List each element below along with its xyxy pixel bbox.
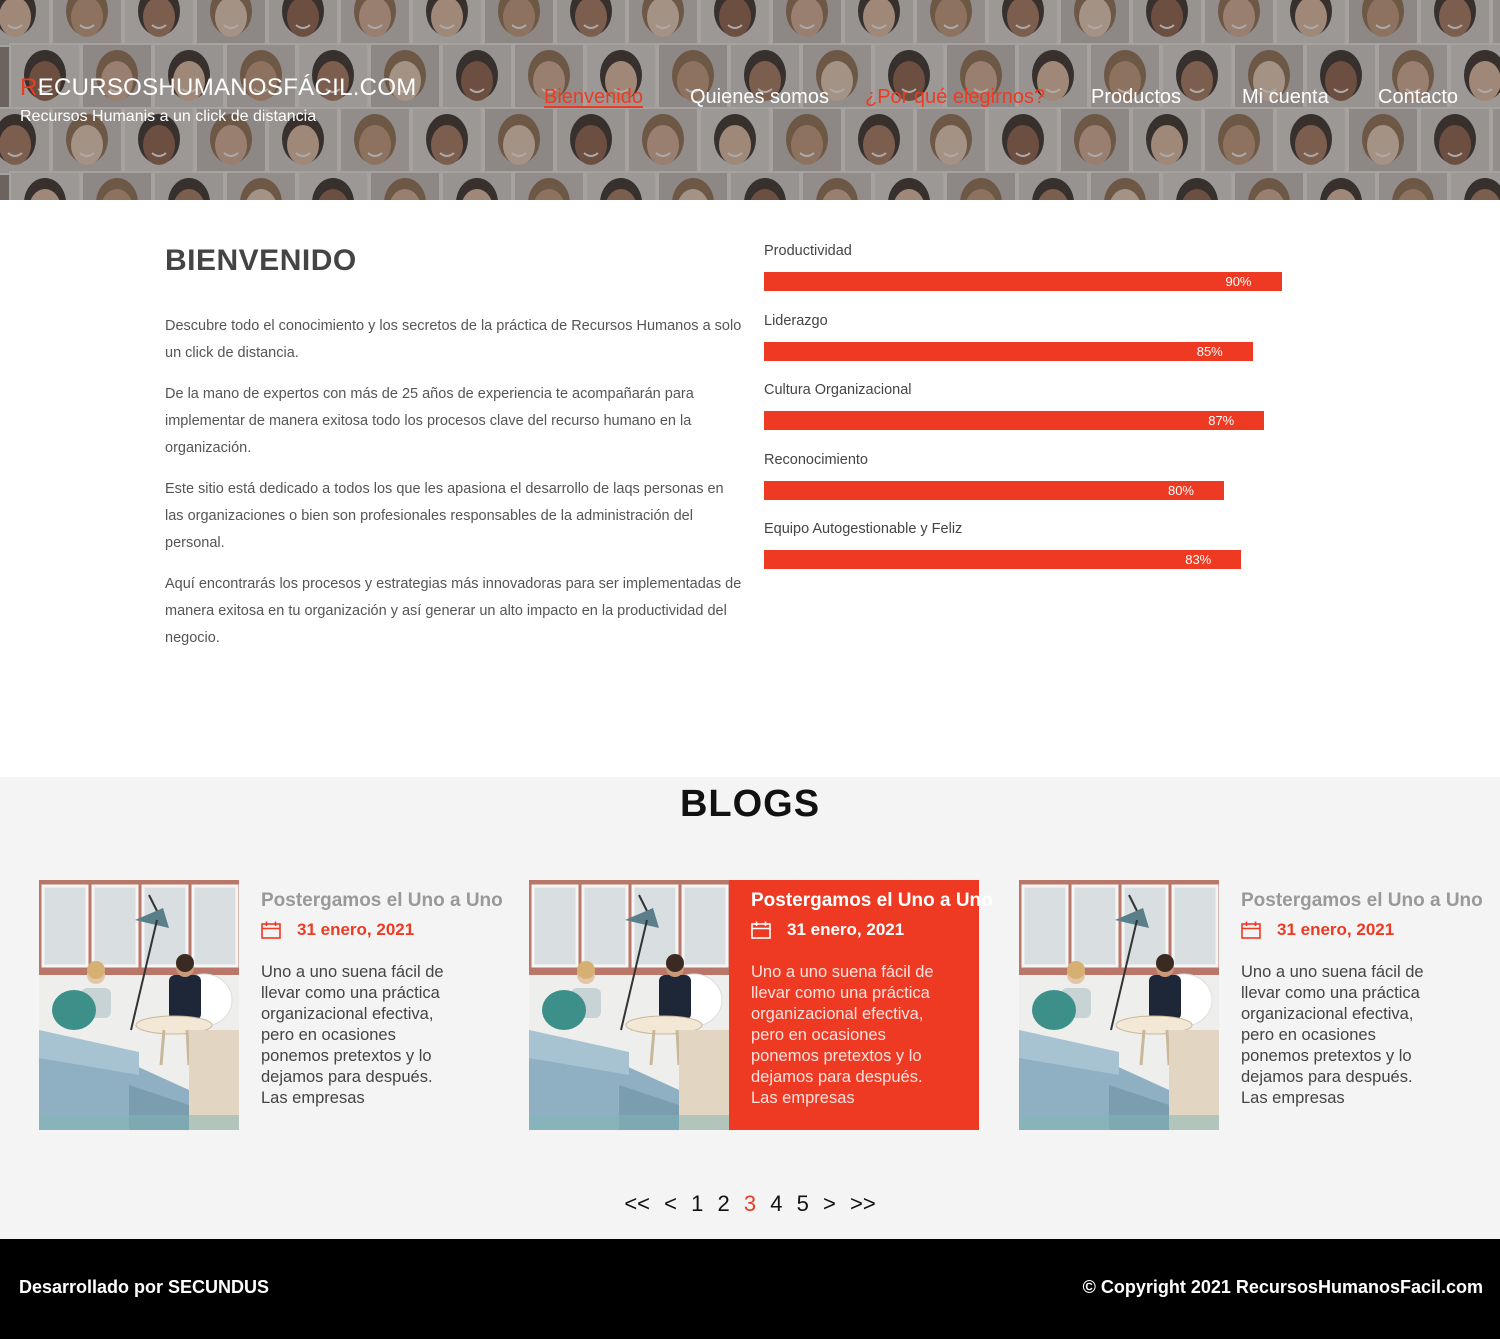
- nav-quienes-somos[interactable]: Quienes somos: [690, 86, 829, 109]
- pagination-first[interactable]: <<: [624, 1191, 650, 1217]
- brand-initial: R: [20, 74, 38, 101]
- skill-bar-equipo-autogestionable: Equipo Autogestionable y Feliz 83%: [764, 518, 1304, 588]
- brand-name: ECURSOSHUMANOSFÁCIL.COM: [37, 74, 417, 101]
- blog-card-featured[interactable]: Postergamos el Uno a Uno 31 enero, 2021 …: [529, 880, 993, 1130]
- nav-contacto[interactable]: Contacto: [1378, 86, 1458, 109]
- welcome-text: Descubre todo el conocimiento y los secr…: [165, 313, 745, 666]
- welcome-title: BIENVENIDO: [165, 244, 357, 277]
- pagination: << < 1 2 3 4 5 > >>: [0, 1191, 1500, 1217]
- skill-bar-productividad: Productividad 90%: [764, 240, 1304, 310]
- skill-percent: 83%: [1185, 552, 1212, 567]
- welcome-paragraph: Descubre todo el conocimiento y los secr…: [165, 318, 742, 361]
- blog-thumbnail-image[interactable]: [1019, 880, 1219, 1130]
- skill-fill: 90%: [764, 272, 1282, 291]
- blog-post-excerpt: Uno a uno suena fácil de llevar como una…: [751, 963, 934, 1107]
- calendar-icon: [1241, 921, 1261, 939]
- nav-mi-cuenta[interactable]: Mi cuenta: [1242, 86, 1329, 109]
- skill-bar-cultura-organizacional: Cultura Organizacional 87%: [764, 379, 1304, 449]
- skill-bar-reconocimiento: Reconocimiento 80%: [764, 449, 1304, 519]
- blog-card[interactable]: Postergamos el Uno a Uno 31 enero, 2021 …: [1019, 880, 1483, 1130]
- nav-productos[interactable]: Productos: [1091, 86, 1181, 109]
- skill-percent: 90%: [1225, 274, 1252, 289]
- skill-percent: 87%: [1208, 413, 1235, 428]
- blog-post-date: 31 enero, 2021: [297, 920, 415, 939]
- hero-header: RECURSOSHUMANOSFÁCIL.COM Recursos Humani…: [0, 0, 1500, 200]
- skill-label: Productividad: [764, 243, 852, 259]
- blog-card[interactable]: Postergamos el Uno a Uno 31 enero, 2021 …: [39, 880, 503, 1130]
- pagination-page-current[interactable]: 3: [744, 1191, 756, 1217]
- blog-post-excerpt: Uno a uno suena fácil de llevar como una…: [1241, 963, 1424, 1107]
- site-brand[interactable]: RECURSOSHUMANOSFÁCIL.COM Recursos Humani…: [20, 74, 417, 126]
- blog-thumbnail-image[interactable]: [529, 880, 729, 1130]
- blog-post-title[interactable]: Postergamos el Uno a Uno: [261, 890, 503, 912]
- nav-por-que-elegirnos[interactable]: ¿Por qué elegirnos?: [865, 86, 1045, 109]
- skill-fill: 80%: [764, 480, 1224, 500]
- pagination-page[interactable]: 4: [770, 1191, 782, 1217]
- footer-copyright: © Copyright 2021 RecursosHumanosFacil.co…: [1082, 1277, 1483, 1297]
- blogs-section: BLOGS Postergamos el Uno a Uno 31 enero,…: [0, 777, 1500, 1239]
- skill-bar-liderazgo: Liderazgo 85%: [764, 310, 1304, 380]
- skill-label: Liderazgo: [764, 312, 828, 329]
- skill-label: Reconocimiento: [764, 451, 868, 468]
- skill-fill: 83%: [764, 550, 1242, 569]
- skill-fill: 87%: [764, 411, 1265, 430]
- skill-fill: 85%: [764, 341, 1253, 361]
- calendar-icon: [751, 921, 771, 939]
- footer-credit: Desarrollado por SECUNDUS: [19, 1277, 270, 1297]
- welcome-paragraph: Este sitio está dedicado a todos los que…: [165, 481, 724, 551]
- blog-post-title[interactable]: Postergamos el Uno a Uno: [1241, 890, 1483, 912]
- blog-post-excerpt: Uno a uno suena fácil de llevar como una…: [261, 963, 444, 1107]
- blog-thumbnail-image[interactable]: [39, 880, 239, 1130]
- pagination-next[interactable]: >: [823, 1191, 836, 1217]
- nav-bienvenido[interactable]: Bienvenido: [544, 86, 643, 109]
- pagination-page[interactable]: 1: [691, 1191, 703, 1217]
- site-title[interactable]: RECURSOSHUMANOSFÁCIL.COM: [20, 74, 417, 102]
- footer: Desarrollado por SECUNDUS © Copyright 20…: [0, 1239, 1500, 1339]
- skill-label: Cultura Organizacional: [764, 382, 912, 398]
- welcome-paragraph: De la mano de expertos con más de 25 año…: [165, 386, 694, 456]
- welcome-paragraph: Aquí encontrarás los procesos y estrateg…: [165, 576, 742, 646]
- skill-label: Equipo Autogestionable y Feliz: [764, 521, 963, 537]
- site-tagline: Recursos Humanis a un click de distancia: [20, 108, 317, 125]
- blog-post-title[interactable]: Postergamos el Uno a Uno: [751, 890, 993, 912]
- calendar-icon: [261, 921, 281, 939]
- blog-post-date: 31 enero, 2021: [787, 920, 905, 939]
- blogs-title: BLOGS: [679, 783, 821, 825]
- skills-progress-bars: Productividad 90% Liderazgo 85% Cultura …: [764, 240, 1304, 588]
- skill-percent: 80%: [1167, 482, 1194, 498]
- pagination-page[interactable]: 5: [797, 1191, 809, 1217]
- skill-percent: 85%: [1196, 343, 1223, 359]
- pagination-page[interactable]: 2: [718, 1191, 730, 1217]
- pagination-last[interactable]: >>: [850, 1191, 876, 1217]
- pagination-prev[interactable]: <: [664, 1191, 677, 1217]
- blog-post-date: 31 enero, 2021: [1277, 920, 1395, 939]
